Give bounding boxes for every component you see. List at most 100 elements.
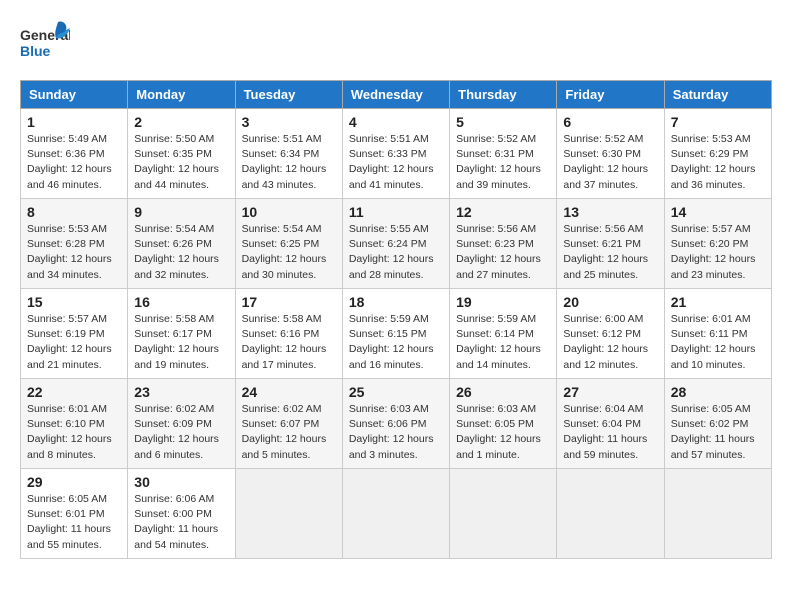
day-number: 2 — [134, 114, 228, 130]
calendar-cell: 30 Sunrise: 6:06 AM Sunset: 6:00 PM Dayl… — [128, 469, 235, 559]
day-info: Sunrise: 6:02 AM Sunset: 6:07 PM Dayligh… — [242, 402, 336, 463]
calendar-cell: 23 Sunrise: 6:02 AM Sunset: 6:09 PM Dayl… — [128, 379, 235, 469]
day-info: Sunrise: 5:58 AM Sunset: 6:16 PM Dayligh… — [242, 312, 336, 373]
day-number: 16 — [134, 294, 228, 310]
day-info: Sunrise: 6:00 AM Sunset: 6:12 PM Dayligh… — [563, 312, 657, 373]
calendar-cell — [664, 469, 771, 559]
day-number: 3 — [242, 114, 336, 130]
calendar-cell: 15 Sunrise: 5:57 AM Sunset: 6:19 PM Dayl… — [21, 289, 128, 379]
calendar-header-saturday: Saturday — [664, 81, 771, 109]
calendar-cell: 29 Sunrise: 6:05 AM Sunset: 6:01 PM Dayl… — [21, 469, 128, 559]
calendar-week-4: 22 Sunrise: 6:01 AM Sunset: 6:10 PM Dayl… — [21, 379, 772, 469]
day-number: 4 — [349, 114, 443, 130]
day-info: Sunrise: 6:06 AM Sunset: 6:00 PM Dayligh… — [134, 492, 228, 553]
calendar-cell: 10 Sunrise: 5:54 AM Sunset: 6:25 PM Dayl… — [235, 199, 342, 289]
calendar-cell — [235, 469, 342, 559]
calendar-cell: 16 Sunrise: 5:58 AM Sunset: 6:17 PM Dayl… — [128, 289, 235, 379]
calendar-cell: 25 Sunrise: 6:03 AM Sunset: 6:06 PM Dayl… — [342, 379, 449, 469]
day-info: Sunrise: 5:59 AM Sunset: 6:15 PM Dayligh… — [349, 312, 443, 373]
day-number: 5 — [456, 114, 550, 130]
day-info: Sunrise: 5:56 AM Sunset: 6:23 PM Dayligh… — [456, 222, 550, 283]
calendar-cell: 9 Sunrise: 5:54 AM Sunset: 6:26 PM Dayli… — [128, 199, 235, 289]
day-number: 8 — [27, 204, 121, 220]
day-number: 24 — [242, 384, 336, 400]
calendar-cell: 19 Sunrise: 5:59 AM Sunset: 6:14 PM Dayl… — [450, 289, 557, 379]
calendar-cell: 21 Sunrise: 6:01 AM Sunset: 6:11 PM Dayl… — [664, 289, 771, 379]
day-info: Sunrise: 5:54 AM Sunset: 6:26 PM Dayligh… — [134, 222, 228, 283]
calendar-week-1: 1 Sunrise: 5:49 AM Sunset: 6:36 PM Dayli… — [21, 109, 772, 199]
calendar-cell: 4 Sunrise: 5:51 AM Sunset: 6:33 PM Dayli… — [342, 109, 449, 199]
calendar-cell — [557, 469, 664, 559]
calendar-header-monday: Monday — [128, 81, 235, 109]
day-info: Sunrise: 5:55 AM Sunset: 6:24 PM Dayligh… — [349, 222, 443, 283]
page-header: General Blue — [20, 20, 772, 70]
day-number: 17 — [242, 294, 336, 310]
calendar-week-3: 15 Sunrise: 5:57 AM Sunset: 6:19 PM Dayl… — [21, 289, 772, 379]
day-info: Sunrise: 5:59 AM Sunset: 6:14 PM Dayligh… — [456, 312, 550, 373]
calendar-cell: 18 Sunrise: 5:59 AM Sunset: 6:15 PM Dayl… — [342, 289, 449, 379]
day-number: 25 — [349, 384, 443, 400]
calendar-cell: 27 Sunrise: 6:04 AM Sunset: 6:04 PM Dayl… — [557, 379, 664, 469]
calendar-table: SundayMondayTuesdayWednesdayThursdayFrid… — [20, 80, 772, 559]
day-info: Sunrise: 6:04 AM Sunset: 6:04 PM Dayligh… — [563, 402, 657, 463]
day-number: 23 — [134, 384, 228, 400]
day-number: 28 — [671, 384, 765, 400]
calendar-cell: 6 Sunrise: 5:52 AM Sunset: 6:30 PM Dayli… — [557, 109, 664, 199]
calendar-week-2: 8 Sunrise: 5:53 AM Sunset: 6:28 PM Dayli… — [21, 199, 772, 289]
day-number: 12 — [456, 204, 550, 220]
day-number: 22 — [27, 384, 121, 400]
day-info: Sunrise: 5:56 AM Sunset: 6:21 PM Dayligh… — [563, 222, 657, 283]
calendar-cell: 12 Sunrise: 5:56 AM Sunset: 6:23 PM Dayl… — [450, 199, 557, 289]
day-number: 18 — [349, 294, 443, 310]
day-info: Sunrise: 5:53 AM Sunset: 6:28 PM Dayligh… — [27, 222, 121, 283]
day-info: Sunrise: 6:05 AM Sunset: 6:02 PM Dayligh… — [671, 402, 765, 463]
day-number: 7 — [671, 114, 765, 130]
calendar-cell: 20 Sunrise: 6:00 AM Sunset: 6:12 PM Dayl… — [557, 289, 664, 379]
day-number: 9 — [134, 204, 228, 220]
logo-icon: General Blue — [20, 20, 70, 70]
calendar-header-sunday: Sunday — [21, 81, 128, 109]
day-number: 1 — [27, 114, 121, 130]
day-info: Sunrise: 5:58 AM Sunset: 6:17 PM Dayligh… — [134, 312, 228, 373]
day-info: Sunrise: 6:05 AM Sunset: 6:01 PM Dayligh… — [27, 492, 121, 553]
calendar-cell: 13 Sunrise: 5:56 AM Sunset: 6:21 PM Dayl… — [557, 199, 664, 289]
day-info: Sunrise: 5:57 AM Sunset: 6:19 PM Dayligh… — [27, 312, 121, 373]
calendar-cell: 2 Sunrise: 5:50 AM Sunset: 6:35 PM Dayli… — [128, 109, 235, 199]
day-info: Sunrise: 5:51 AM Sunset: 6:34 PM Dayligh… — [242, 132, 336, 193]
calendar-week-5: 29 Sunrise: 6:05 AM Sunset: 6:01 PM Dayl… — [21, 469, 772, 559]
day-number: 20 — [563, 294, 657, 310]
day-info: Sunrise: 5:50 AM Sunset: 6:35 PM Dayligh… — [134, 132, 228, 193]
calendar-cell: 14 Sunrise: 5:57 AM Sunset: 6:20 PM Dayl… — [664, 199, 771, 289]
calendar-header-row: SundayMondayTuesdayWednesdayThursdayFrid… — [21, 81, 772, 109]
day-number: 26 — [456, 384, 550, 400]
calendar-cell — [342, 469, 449, 559]
calendar-header-wednesday: Wednesday — [342, 81, 449, 109]
calendar-cell: 7 Sunrise: 5:53 AM Sunset: 6:29 PM Dayli… — [664, 109, 771, 199]
calendar-cell: 11 Sunrise: 5:55 AM Sunset: 6:24 PM Dayl… — [342, 199, 449, 289]
day-number: 6 — [563, 114, 657, 130]
day-info: Sunrise: 6:01 AM Sunset: 6:10 PM Dayligh… — [27, 402, 121, 463]
calendar-cell: 17 Sunrise: 5:58 AM Sunset: 6:16 PM Dayl… — [235, 289, 342, 379]
calendar-cell: 8 Sunrise: 5:53 AM Sunset: 6:28 PM Dayli… — [21, 199, 128, 289]
day-info: Sunrise: 5:57 AM Sunset: 6:20 PM Dayligh… — [671, 222, 765, 283]
day-number: 10 — [242, 204, 336, 220]
calendar-cell: 1 Sunrise: 5:49 AM Sunset: 6:36 PM Dayli… — [21, 109, 128, 199]
day-number: 21 — [671, 294, 765, 310]
day-info: Sunrise: 6:03 AM Sunset: 6:05 PM Dayligh… — [456, 402, 550, 463]
day-info: Sunrise: 6:02 AM Sunset: 6:09 PM Dayligh… — [134, 402, 228, 463]
day-number: 11 — [349, 204, 443, 220]
calendar-header-friday: Friday — [557, 81, 664, 109]
calendar-header-tuesday: Tuesday — [235, 81, 342, 109]
calendar-cell: 22 Sunrise: 6:01 AM Sunset: 6:10 PM Dayl… — [21, 379, 128, 469]
day-number: 30 — [134, 474, 228, 490]
day-number: 19 — [456, 294, 550, 310]
calendar-cell — [450, 469, 557, 559]
day-info: Sunrise: 6:01 AM Sunset: 6:11 PM Dayligh… — [671, 312, 765, 373]
day-number: 29 — [27, 474, 121, 490]
calendar-header-thursday: Thursday — [450, 81, 557, 109]
day-number: 13 — [563, 204, 657, 220]
day-info: Sunrise: 5:53 AM Sunset: 6:29 PM Dayligh… — [671, 132, 765, 193]
day-info: Sunrise: 6:03 AM Sunset: 6:06 PM Dayligh… — [349, 402, 443, 463]
day-info: Sunrise: 5:52 AM Sunset: 6:31 PM Dayligh… — [456, 132, 550, 193]
calendar-cell: 3 Sunrise: 5:51 AM Sunset: 6:34 PM Dayli… — [235, 109, 342, 199]
